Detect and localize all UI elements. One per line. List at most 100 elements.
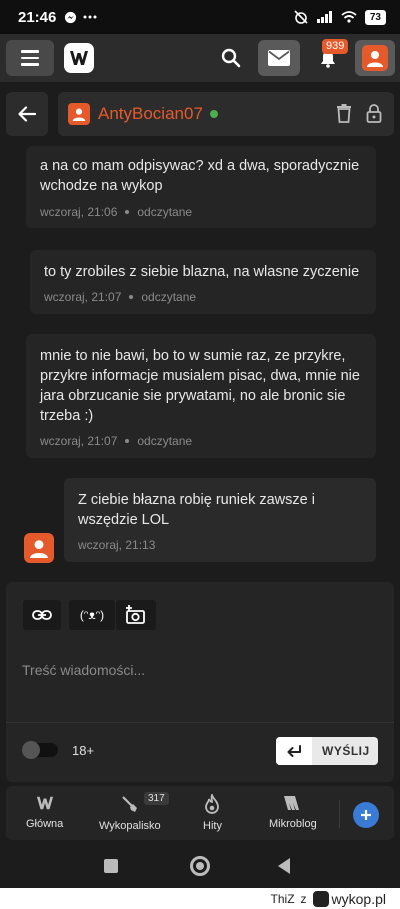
meta-separator [129,295,134,299]
watermark-prefix: z [300,891,307,906]
message-text: a na co mam odpisywac? xd a dwa, sporady… [40,158,360,194]
watermark-logo: wykop.pl [312,890,386,907]
message-time: wczoraj, 21:07 [44,290,122,304]
wykop-logo[interactable] [64,43,94,73]
battery-indicator: 73 [364,9,386,25]
avatar [68,103,90,125]
message-text: mnie to nie bawi, bo to w sumie raz, ze … [40,348,360,424]
message-input[interactable]: Treść wiadomości... [22,662,378,678]
nav-item-hity[interactable]: Hity [203,794,222,832]
status-system-icons: 73 [293,9,386,25]
conversation-user[interactable]: AntyBocian07 [58,92,394,136]
message-time: wczoraj, 21:13 [78,538,156,552]
back-system-button[interactable] [278,858,290,874]
message-meta: wczoraj, 21:13 [78,538,362,552]
search-button[interactable] [214,42,248,74]
add-photo-icon [126,605,145,624]
bottom-navigation: Główna Wykopalisko 317 Hity Mikroblog [6,786,394,840]
my-message-item: Z ciebie błazna robię runiek zawsze i ws… [64,478,376,562]
search-icon [221,48,241,68]
send-button[interactable]: WYŚLIJ [276,737,378,765]
nav-label: Wykopalisko [99,820,161,832]
delete-conversation-button[interactable] [336,104,352,128]
user-avatar-icon [367,51,383,67]
watermark-site: wykop.pl [331,890,386,907]
home-system-button[interactable] [190,856,210,876]
message-item: to ty zrobiles z siebie blazna, na wlasn… [30,250,376,314]
message-time: wczoraj, 21:07 [40,434,118,448]
enter-icon-box [276,737,312,765]
adult-content-label: 18+ [72,743,95,758]
microblog-icon [283,796,299,810]
message-read-status: odczytane [137,434,193,448]
lock-icon [366,104,382,123]
hamburger-icon-bar [21,63,39,66]
link-icon [32,610,52,620]
nav-separator [339,800,340,828]
hamburger-icon-bar [21,56,39,60]
shovel-icon [122,796,137,812]
signal-icon [316,11,332,23]
plus-icon [361,810,371,820]
send-label: WYŚLIJ [322,744,370,758]
insert-link-button[interactable] [23,600,61,630]
more-icon [83,15,97,19]
arrow-left-icon [18,106,36,122]
mail-icon [268,50,290,66]
message-item: mnie to nie bawi, bo to w sumie raz, ze … [26,334,376,458]
lock-conversation-button[interactable] [366,104,382,128]
nav-label: Hity [203,820,222,832]
profile-avatar-button[interactable] [355,40,395,76]
add-button[interactable] [353,802,379,828]
alarm-off-icon [294,10,308,24]
status-bar: 21:46 73 [0,0,400,34]
wifi-icon [341,11,357,23]
online-status-dot [209,110,218,118]
message-thread[interactable]: a na co mam odpisywac? xd a dwa, sporady… [0,146,400,574]
composer-divider [6,722,394,723]
message-item: a na co mam odpisywac? xd a dwa, sporady… [26,146,376,228]
meta-separator [125,439,130,443]
messenger-icon [65,11,77,23]
message-meta: wczoraj, 21:06 odczytane [40,205,362,219]
message-read-status: odczytane [137,205,193,219]
back-button[interactable] [6,92,48,136]
watermark-author: ThiZ [270,891,295,906]
hamburger-icon-bar [21,50,39,53]
system-navigation-bar [0,844,400,888]
user-avatar-icon [30,540,48,558]
nav-label: Główna [26,818,64,830]
trash-icon [337,104,351,123]
message-text: Z ciebie błazna robię runiek zawsze i ws… [78,492,315,528]
conversation-header: AntyBocian07 [0,82,400,146]
recent-apps-button[interactable] [104,859,118,873]
toggle-knob [22,741,40,759]
avatar[interactable] [24,533,54,563]
user-avatar-icon [72,108,86,121]
message-meta: wczoraj, 21:07 odczytane [44,290,362,304]
home-icon [36,796,53,810]
adult-content-toggle[interactable] [22,741,58,759]
nav-item-home[interactable]: Główna [26,794,63,830]
conversation-username[interactable]: AntyBocian07 [98,104,203,124]
menu-button[interactable] [6,40,54,76]
message-read-status: odczytane [141,290,197,304]
wykop-logo-icon [70,51,88,65]
message-meta: wczoraj, 21:07 odczytane [40,434,362,448]
add-photo-button[interactable] [116,600,156,630]
nav-label: Mikroblog [269,818,317,830]
enter-icon [287,745,301,757]
emoticon-label: (ᵔᴥᵔ) [79,608,105,622]
message-composer: (ᵔᴥᵔ) Treść wiadomości... 18+ WYŚLIJ [6,582,394,782]
flame-icon [205,794,220,814]
notifications-count-badge: 939 [322,39,349,54]
avatar [362,45,388,71]
message-text: to ty zrobiles z siebie blazna, na wlasn… [44,264,360,280]
messages-button[interactable] [258,40,300,76]
status-time: 21:46 [18,8,57,26]
message-time: wczoraj, 21:06 [40,205,118,219]
emoticon-button[interactable]: (ᵔᴥᵔ) [69,600,115,630]
wykopalisko-count-badge: 317 [144,792,169,805]
nav-item-mikroblog[interactable]: Mikroblog [269,794,317,830]
wykop-logo-icon [312,890,329,907]
